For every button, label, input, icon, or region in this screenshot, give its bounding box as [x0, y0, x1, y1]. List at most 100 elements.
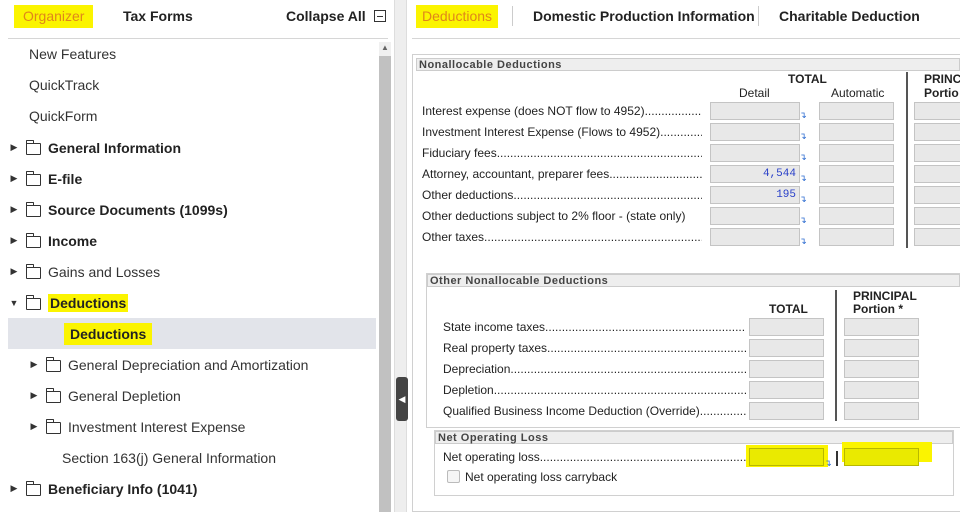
row-label: Interest expense (does NOT flow to 4952)…: [422, 104, 702, 118]
column-divider: [835, 290, 837, 421]
total-field[interactable]: [749, 339, 824, 357]
tree-item[interactable]: ▶ Source Documents (1099s): [8, 194, 376, 225]
automatic-field[interactable]: [819, 144, 894, 162]
tree-item-quicktrack[interactable]: QuickTrack: [29, 77, 99, 93]
principal-field[interactable]: [844, 318, 919, 336]
total-field[interactable]: [749, 318, 824, 336]
folder-icon: [25, 170, 41, 186]
principal-field[interactable]: [914, 102, 960, 120]
row-label: Attorney, accountant, preparer fees.....…: [422, 167, 702, 181]
principal-field[interactable]: [844, 360, 919, 378]
tree-item[interactable]: ▶ General Information: [8, 132, 376, 163]
folder-icon: [25, 139, 41, 155]
detail-arrow-icon[interactable]: ↴: [799, 194, 807, 205]
tree-item[interactable]: Section 163(j) General Information: [8, 442, 376, 473]
other-principal-header: PRINCIPAL: [853, 289, 917, 303]
detail-field[interactable]: 4,544: [710, 165, 800, 183]
tree-item[interactable]: Deductions: [8, 318, 376, 349]
caret-right-icon[interactable]: ▶: [28, 359, 40, 370]
detail-field[interactable]: [710, 228, 800, 246]
tree-item-label: General Depletion: [68, 387, 181, 404]
tab-deductions[interactable]: Deductions: [416, 5, 499, 28]
principal-field[interactable]: [914, 186, 960, 204]
automatic-field[interactable]: [819, 228, 894, 246]
row-label: Real property taxes.....................…: [443, 341, 746, 355]
tree-item-label: Section 163(j) General Information: [62, 449, 276, 466]
detail-arrow-icon[interactable]: ↴: [799, 152, 807, 163]
tree-item-label: Investment Interest Expense: [68, 418, 246, 435]
tree-item[interactable]: ▶ General Depreciation and Amortization: [8, 349, 376, 380]
caret-right-icon[interactable]: ▶: [8, 483, 20, 494]
caret-right-icon[interactable]: ▶: [8, 235, 20, 246]
automatic-field[interactable]: [819, 186, 894, 204]
nol-principal-field[interactable]: [844, 448, 919, 466]
total-field[interactable]: [749, 381, 824, 399]
tabs-divider: [8, 38, 388, 39]
principal-field[interactable]: [844, 339, 919, 357]
tree-item[interactable]: ▼ Deductions: [8, 287, 376, 318]
detail-field[interactable]: [710, 102, 800, 120]
tab-charitable-deduction[interactable]: Charitable Deduction: [779, 0, 920, 32]
tab-domestic-production[interactable]: Domestic Production Information: [533, 0, 755, 32]
principal-field[interactable]: [914, 144, 960, 162]
principal-field[interactable]: [844, 381, 919, 399]
tree-item-label: Deductions: [64, 322, 153, 345]
automatic-field[interactable]: [819, 165, 894, 183]
detail-field[interactable]: [710, 207, 800, 225]
principal-field[interactable]: [914, 165, 960, 183]
tree-item[interactable]: ▶ Beneficiary Info (1041): [8, 473, 376, 504]
principal-field[interactable]: [914, 123, 960, 141]
total-field[interactable]: [749, 402, 824, 420]
tree-item-quickform[interactable]: QuickForm: [29, 108, 97, 124]
caret-right-icon[interactable]: ▶: [8, 173, 20, 184]
caret-right-icon[interactable]: ▶: [8, 142, 20, 153]
row-label: Depreciation............................…: [443, 362, 746, 376]
detail-arrow-icon[interactable]: ↴: [799, 131, 807, 142]
nol-total-field[interactable]: [749, 448, 824, 466]
automatic-field[interactable]: [819, 207, 894, 225]
collapse-all-button[interactable]: Collapse All: [286, 0, 386, 32]
tree-item[interactable]: ▶ General Depletion: [8, 380, 376, 411]
tab-tax-forms[interactable]: Tax Forms: [123, 0, 193, 32]
folder-icon: [25, 294, 41, 310]
other-total-header: TOTAL: [769, 302, 808, 316]
pane-splitter[interactable]: [394, 0, 407, 512]
nol-carryback-checkbox[interactable]: [447, 470, 460, 483]
total-field[interactable]: [749, 360, 824, 378]
detail-arrow-icon[interactable]: ↴: [799, 173, 807, 184]
row-label: State income taxes......................…: [443, 320, 746, 334]
detail-field[interactable]: 195: [710, 186, 800, 204]
caret-right-icon[interactable]: ▶: [8, 266, 20, 277]
scroll-up-icon[interactable]: ▲: [379, 42, 391, 54]
detail-arrow-icon[interactable]: ↴: [824, 458, 832, 469]
detail-arrow-icon[interactable]: ↴: [799, 236, 807, 247]
principal-portion-header: Portio: [924, 86, 959, 100]
caret-right-icon[interactable]: ▶: [8, 204, 20, 215]
tree-item-label: E-file: [48, 170, 83, 187]
detail-arrow-icon[interactable]: ↴: [799, 110, 807, 121]
detail-field[interactable]: [710, 123, 800, 141]
collapse-pane-icon[interactable]: ◀: [396, 377, 408, 421]
row-label: Other taxes.............................…: [422, 230, 702, 244]
principal-field[interactable]: [844, 402, 919, 420]
automatic-field[interactable]: [819, 102, 894, 120]
caret-right-icon[interactable]: ▶: [28, 390, 40, 401]
automatic-field[interactable]: [819, 123, 894, 141]
detail-header: Detail: [739, 86, 770, 100]
tree-scrollbar-thumb[interactable]: [379, 56, 391, 512]
tab-organizer[interactable]: Organizer: [14, 5, 94, 28]
caret-down-icon[interactable]: ▼: [8, 298, 20, 308]
minus-box-icon: [373, 10, 386, 22]
detail-field[interactable]: [710, 144, 800, 162]
caret-right-icon[interactable]: ▶: [28, 421, 40, 432]
tree-item-new-features[interactable]: New Features: [29, 46, 116, 62]
row-label: Other deductions........................…: [422, 188, 702, 202]
tree-item[interactable]: ▶ E-file: [8, 163, 376, 194]
principal-header: PRINC: [924, 72, 960, 86]
tree-item[interactable]: ▶ Income: [8, 225, 376, 256]
detail-arrow-icon[interactable]: ↴: [799, 215, 807, 226]
principal-field[interactable]: [914, 207, 960, 225]
principal-field[interactable]: [914, 228, 960, 246]
tree-item[interactable]: ▶ Gains and Losses: [8, 256, 376, 287]
tree-item[interactable]: ▶ Investment Interest Expense: [8, 411, 376, 442]
